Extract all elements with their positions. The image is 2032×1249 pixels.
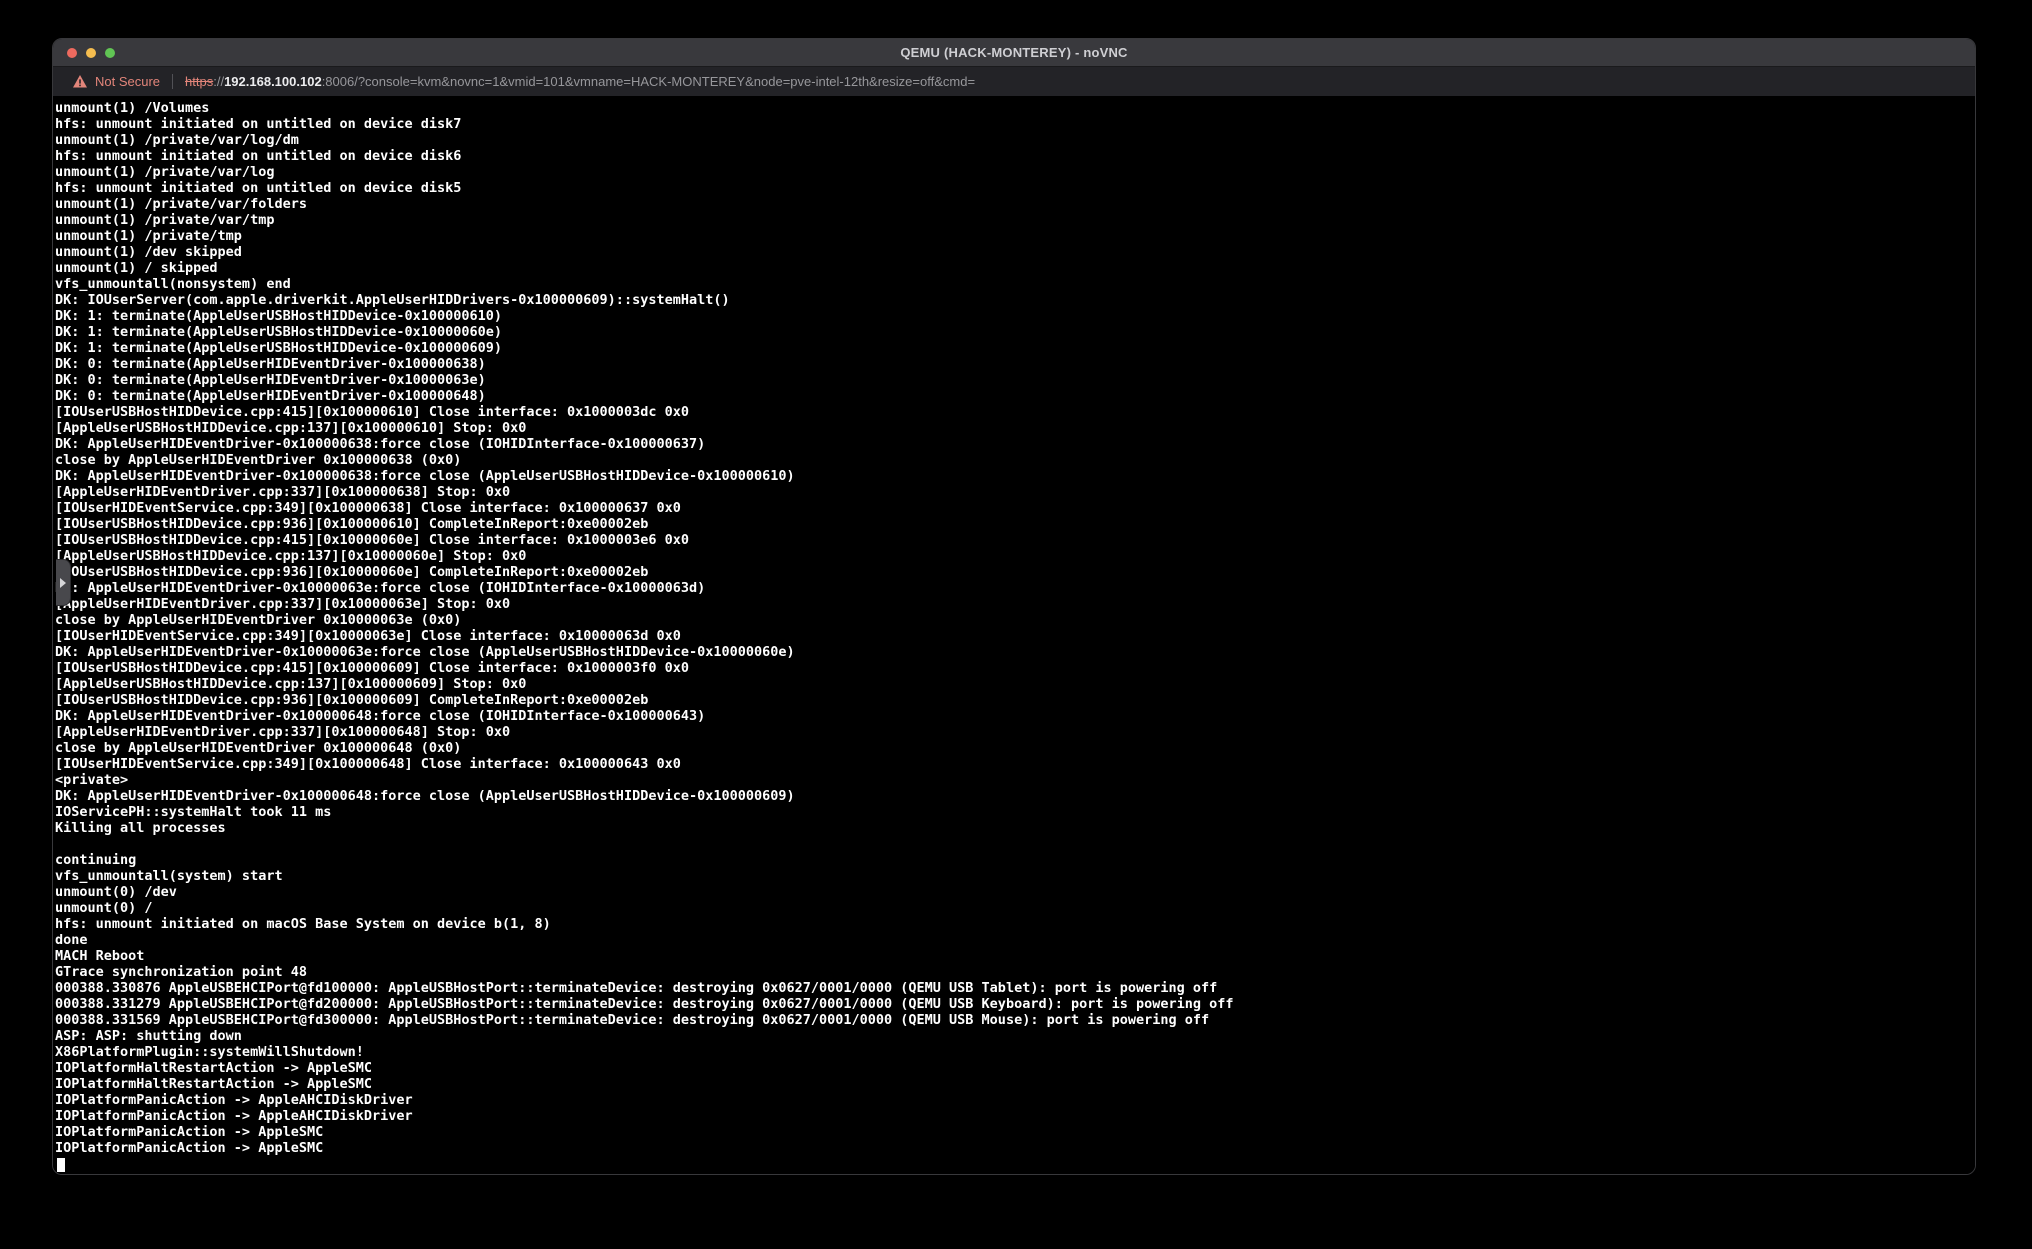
console-line: [AppleUserHIDEventDriver.cpp:337][0x1000…: [55, 596, 1975, 612]
console-line: [IOUserUSBHostHIDDevice.cpp:936][0x10000…: [55, 516, 1975, 532]
console-line: unmount(1) / skipped: [55, 260, 1975, 276]
console-line: X86PlatformPlugin::systemWillShutdown!: [55, 1044, 1975, 1060]
console-line: <private>: [55, 772, 1975, 788]
console-line: IOPlatformPanicAction -> AppleSMC: [55, 1140, 1975, 1156]
console-line: IOPlatformHaltRestartAction -> AppleSMC: [55, 1076, 1975, 1092]
terminal-cursor: [57, 1158, 65, 1172]
console-line: [IOUserUSBHostHIDDevice.cpp:415][0x10000…: [55, 404, 1975, 420]
console-line: DK: 1: terminate(AppleUserUSBHostHIDDevi…: [55, 324, 1975, 340]
not-secure-label[interactable]: Not Secure: [95, 74, 160, 89]
window-title: QEMU (HACK-MONTEREY) - noVNC: [900, 45, 1127, 60]
console-line: [IOUserUSBHostHIDDevice.cpp:936][0x10000…: [55, 564, 1975, 580]
console-line: 000388.331569 AppleUSBEHCIPort@fd300000:…: [55, 1012, 1975, 1028]
console-line: hfs: unmount initiated on macOS Base Sys…: [55, 916, 1975, 932]
console-line: 000388.331279 AppleUSBEHCIPort@fd200000:…: [55, 996, 1975, 1012]
url-text[interactable]: https://192.168.100.102:8006/?console=kv…: [185, 74, 975, 89]
console-line: [AppleUserUSBHostHIDDevice.cpp:137][0x10…: [55, 676, 1975, 692]
console-line: [IOUserHIDEventService.cpp:349][0x100000…: [55, 756, 1975, 772]
console-line: DK: 0: terminate(AppleUserHIDEventDriver…: [55, 356, 1975, 372]
novnc-control-bar-handle[interactable]: [56, 559, 71, 606]
traffic-lights: [67, 39, 115, 66]
console-line: unmount(0) /dev: [55, 884, 1975, 900]
console-line: Killing all processes: [55, 820, 1975, 836]
console-line: unmount(0) /: [55, 900, 1975, 916]
console-line: IOServicePH::systemHalt took 11 ms: [55, 804, 1975, 820]
url-scheme: https: [185, 74, 213, 89]
console-line: [IOUserHIDEventService.cpp:349][0x100000…: [55, 628, 1975, 644]
console-line: [IOUserUSBHostHIDDevice.cpp:936][0x10000…: [55, 692, 1975, 708]
vnc-console-canvas[interactable]: unmount(1) /Volumes hfs: unmount initiat…: [53, 96, 1975, 1174]
console-line: DK: AppleUserHIDEventDriver-0x10000063e:…: [55, 580, 1975, 596]
url-host: 192.168.100.102: [224, 74, 322, 89]
console-line: DK: 1: terminate(AppleUserUSBHostHIDDevi…: [55, 308, 1975, 324]
console-line: close by AppleUserHIDEventDriver 0x10000…: [55, 612, 1975, 628]
console-line: close by AppleUserHIDEventDriver 0x10000…: [55, 740, 1975, 756]
console-line: hfs: unmount initiated on untitled on de…: [55, 116, 1975, 132]
console-line: ASP: ASP: shutting down: [55, 1028, 1975, 1044]
console-line: close by AppleUserHIDEventDriver 0x10000…: [55, 452, 1975, 468]
console-line: unmount(1) /private/var/log/dm: [55, 132, 1975, 148]
zoom-button[interactable]: [105, 48, 115, 58]
console-line: [IOUserUSBHostHIDDevice.cpp:415][0x10000…: [55, 660, 1975, 676]
console-line: DK: 0: terminate(AppleUserHIDEventDriver…: [55, 388, 1975, 404]
console-line: unmount(1) /dev skipped: [55, 244, 1975, 260]
console-line: MACH Reboot: [55, 948, 1975, 964]
console-line: continuing: [55, 852, 1975, 868]
url-path: :8006/?console=kvm&novnc=1&vmid=101&vmna…: [322, 74, 975, 89]
console-line: DK: 0: terminate(AppleUserHIDEventDriver…: [55, 372, 1975, 388]
console-line: DK: AppleUserHIDEventDriver-0x100000648:…: [55, 708, 1975, 724]
warning-icon: [73, 75, 87, 88]
console-line: unmount(1) /private/var/folders: [55, 196, 1975, 212]
console-line: [AppleUserUSBHostHIDDevice.cpp:137][0x10…: [55, 420, 1975, 436]
address-bar-divider: [172, 74, 173, 89]
console-line: done: [55, 932, 1975, 948]
window-titlebar[interactable]: QEMU (HACK-MONTEREY) - noVNC: [53, 39, 1975, 67]
console-line: [IOUserHIDEventService.cpp:349][0x100000…: [55, 500, 1975, 516]
console-line: IOPlatformPanicAction -> AppleAHCIDiskDr…: [55, 1108, 1975, 1124]
console-line: IOPlatformPanicAction -> AppleSMC: [55, 1124, 1975, 1140]
terminal-cursor-row: [55, 1156, 65, 1175]
console-line: unmount(1) /private/tmp: [55, 228, 1975, 244]
console-line: [55, 836, 1975, 852]
console-line: GTrace synchronization point 48: [55, 964, 1975, 980]
console-line: DK: AppleUserHIDEventDriver-0x10000063e:…: [55, 644, 1975, 660]
console-line: [AppleUserHIDEventDriver.cpp:337][0x1000…: [55, 484, 1975, 500]
console-line: IOPlatformPanicAction -> AppleAHCIDiskDr…: [55, 1092, 1975, 1108]
console-line: IOPlatformHaltRestartAction -> AppleSMC: [55, 1060, 1975, 1076]
console-line: [AppleUserUSBHostHIDDevice.cpp:137][0x10…: [55, 548, 1975, 564]
console-line: [AppleUserHIDEventDriver.cpp:337][0x1000…: [55, 724, 1975, 740]
close-button[interactable]: [67, 48, 77, 58]
console-line: DK: AppleUserHIDEventDriver-0x100000638:…: [55, 468, 1975, 484]
browser-window: QEMU (HACK-MONTEREY) - noVNC Not Secure …: [52, 38, 1976, 1175]
chevron-right-icon: [60, 578, 66, 588]
console-line: hfs: unmount initiated on untitled on de…: [55, 180, 1975, 196]
console-line: [IOUserUSBHostHIDDevice.cpp:415][0x10000…: [55, 532, 1975, 548]
console-line: DK: IOUserServer(com.apple.driverkit.App…: [55, 292, 1975, 308]
address-bar[interactable]: Not Secure https://192.168.100.102:8006/…: [53, 67, 1975, 96]
console-line: DK: AppleUserHIDEventDriver-0x100000648:…: [55, 788, 1975, 804]
console-line: hfs: unmount initiated on untitled on de…: [55, 148, 1975, 164]
console-line: 000388.330876 AppleUSBEHCIPort@fd100000:…: [55, 980, 1975, 996]
console-line: unmount(1) /Volumes: [55, 100, 1975, 116]
console-line: DK: 1: terminate(AppleUserUSBHostHIDDevi…: [55, 340, 1975, 356]
console-line: vfs_unmountall(system) start: [55, 868, 1975, 884]
console-line: unmount(1) /private/var/log: [55, 164, 1975, 180]
console-line: DK: AppleUserHIDEventDriver-0x100000638:…: [55, 436, 1975, 452]
url-scheme-suffix: ://: [213, 74, 224, 89]
console-line: unmount(1) /private/var/tmp: [55, 212, 1975, 228]
console-line: vfs_unmountall(nonsystem) end: [55, 276, 1975, 292]
minimize-button[interactable]: [86, 48, 96, 58]
